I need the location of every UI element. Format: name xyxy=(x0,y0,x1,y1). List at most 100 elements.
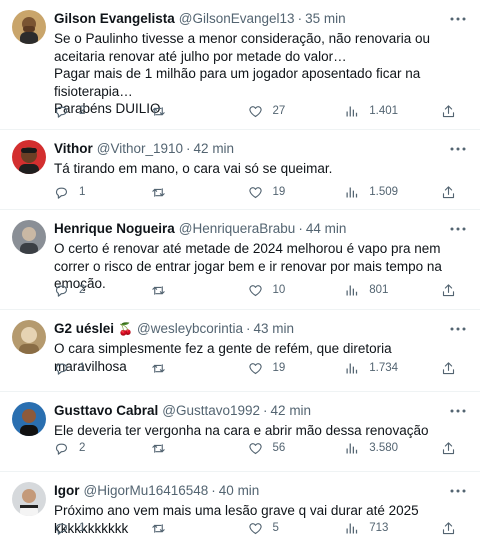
timestamp[interactable]: 42 min xyxy=(194,140,235,158)
reply-count: 1 xyxy=(79,362,86,374)
reply-button[interactable]: 1 xyxy=(54,361,151,376)
separator-dot: · xyxy=(211,483,216,498)
more-icon[interactable] xyxy=(448,402,468,420)
tweet-header: Gusttavo Cabral @Gusttavo1992 · 42 min xyxy=(54,402,466,420)
display-name[interactable]: Igor xyxy=(54,482,80,500)
display-name[interactable]: Vithor xyxy=(54,140,93,158)
timestamp[interactable]: 44 min xyxy=(306,220,347,238)
like-button[interactable]: 27 xyxy=(248,104,345,119)
reply-icon xyxy=(55,443,68,455)
avatar[interactable] xyxy=(12,220,46,254)
share-button[interactable] xyxy=(441,283,456,298)
display-name[interactable]: Gilson Evangelista xyxy=(54,10,175,28)
display-name[interactable]: Gusttavo Cabral xyxy=(54,402,158,420)
reply-icon xyxy=(55,187,68,199)
more-icon[interactable] xyxy=(448,140,468,158)
user-handle[interactable]: @wesleybcorintia xyxy=(137,320,243,338)
retweet-button[interactable] xyxy=(151,104,248,119)
like-count: 19 xyxy=(272,186,286,198)
reply-count: 1 xyxy=(79,186,86,198)
tweet[interactable]: G2 uéslei 🍒 @wesleybcorintia · 43 min O … xyxy=(0,310,480,392)
avatar[interactable] xyxy=(12,10,46,44)
share-button[interactable] xyxy=(441,185,456,200)
avatar[interactable] xyxy=(12,140,46,174)
retweet-button[interactable] xyxy=(151,361,248,376)
heart-icon xyxy=(248,105,262,117)
user-handle[interactable]: @Vithor_1910 xyxy=(97,140,183,158)
separator-dot: · xyxy=(246,321,251,336)
views-button[interactable]: 1.734 xyxy=(344,361,441,376)
views-button[interactable]: 713 xyxy=(344,521,441,536)
more-icon[interactable] xyxy=(448,10,468,28)
retweet-button[interactable] xyxy=(151,521,248,536)
reply-count: 1 xyxy=(79,522,86,534)
views-button[interactable]: 1.509 xyxy=(344,185,441,200)
tweet[interactable]: Henrique Nogueira @HenriqueraBrabu · 44 … xyxy=(0,210,480,310)
timestamp[interactable]: 42 min xyxy=(271,402,312,420)
share-button[interactable] xyxy=(441,521,456,536)
reply-button[interactable]: 2 xyxy=(54,283,151,298)
more-icon[interactable] xyxy=(448,320,468,338)
reply-button[interactable]: 2 xyxy=(54,441,151,456)
views-button[interactable]: 1.401 xyxy=(344,104,441,119)
share-button[interactable] xyxy=(441,441,456,456)
separator-dot: · xyxy=(298,221,303,236)
reply-count: 2 xyxy=(79,442,86,454)
timestamp[interactable]: 43 min xyxy=(254,320,295,338)
user-handle[interactable]: @HenriqueraBrabu xyxy=(179,220,296,238)
avatar[interactable] xyxy=(12,482,46,516)
share-icon xyxy=(442,283,455,296)
reply-icon xyxy=(55,106,68,118)
share-icon xyxy=(442,361,455,374)
share-button[interactable] xyxy=(441,104,456,119)
reply-button[interactable]: 2 xyxy=(54,104,151,119)
user-handle[interactable]: @Gusttavo1992 xyxy=(162,402,260,420)
avatar[interactable] xyxy=(12,320,46,354)
tweet-actions: 2 56 3.580 xyxy=(54,439,466,457)
like-button[interactable]: 10 xyxy=(248,283,345,298)
retweet-icon xyxy=(152,187,165,197)
tweet[interactable]: Gusttavo Cabral @Gusttavo1992 · 42 min E… xyxy=(0,392,480,472)
heart-icon xyxy=(248,522,262,534)
tweet-actions: 2 10 801 xyxy=(54,281,466,299)
timestamp[interactable]: 40 min xyxy=(219,482,260,500)
views-button[interactable]: 3.580 xyxy=(344,441,441,456)
views-count: 1.509 xyxy=(369,186,399,198)
heart-icon xyxy=(248,284,262,296)
retweet-button[interactable] xyxy=(151,185,248,200)
share-button[interactable] xyxy=(441,361,456,376)
reply-button[interactable]: 1 xyxy=(54,521,151,536)
like-button[interactable]: 19 xyxy=(248,185,345,200)
like-count: 5 xyxy=(272,522,279,534)
retweet-icon xyxy=(152,285,165,295)
like-button[interactable]: 19 xyxy=(248,361,345,376)
heart-icon xyxy=(248,442,262,454)
like-button[interactable]: 56 xyxy=(248,441,345,456)
user-handle[interactable]: @HigorMu16416548 xyxy=(84,482,209,500)
views-button[interactable]: 801 xyxy=(344,283,441,298)
heart-icon xyxy=(248,362,262,374)
retweet-icon xyxy=(152,363,165,373)
retweet-button[interactable] xyxy=(151,283,248,298)
retweet-button[interactable] xyxy=(151,441,248,456)
tweet[interactable]: Vithor @Vithor_1910 · 42 min Tá tirando … xyxy=(0,130,480,210)
separator-dot: · xyxy=(186,141,191,156)
more-icon[interactable] xyxy=(448,220,468,238)
tweet-header: Igor @HigorMu16416548 · 40 min xyxy=(54,482,466,500)
reply-button[interactable]: 1 xyxy=(54,185,151,200)
reply-icon xyxy=(55,285,68,297)
more-icon[interactable] xyxy=(448,482,468,500)
tweet-text: Tá tirando em mano, o cara vai só se que… xyxy=(54,161,333,176)
like-count: 56 xyxy=(272,442,286,454)
display-name[interactable]: Henrique Nogueira xyxy=(54,220,175,238)
avatar[interactable] xyxy=(12,402,46,436)
like-button[interactable]: 5 xyxy=(248,521,345,536)
display-name[interactable]: G2 uéslei xyxy=(54,320,114,338)
tweet[interactable]: Igor @HigorMu16416548 · 40 min Próximo a… xyxy=(0,472,480,541)
user-handle[interactable]: @GilsonEvangel13 xyxy=(179,10,295,28)
timestamp[interactable]: 35 min xyxy=(305,10,346,28)
tweet[interactable]: Gilson Evangelista @GilsonEvangel13 · 35… xyxy=(0,0,480,130)
separator-dot: · xyxy=(297,11,303,26)
reply-icon xyxy=(55,363,68,375)
views-icon xyxy=(346,106,358,116)
